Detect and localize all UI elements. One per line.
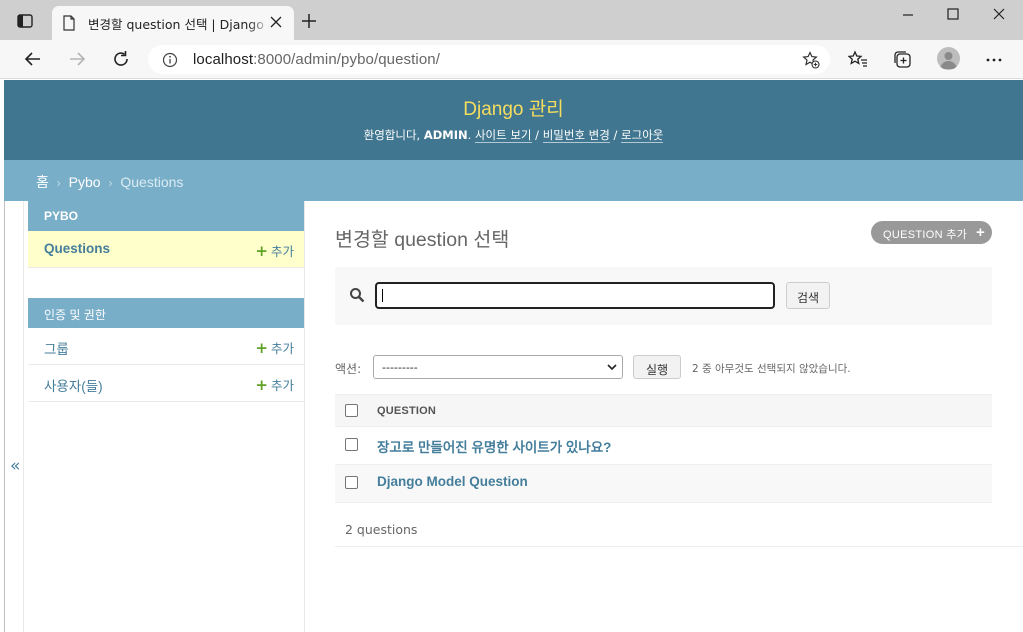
action-counter: 2 중 아무것도 선택되지 않았습니다. <box>692 363 851 375</box>
add-favorite-icon[interactable] <box>802 51 820 69</box>
logout-link[interactable]: 로그아웃 <box>621 128 664 143</box>
refresh-icon[interactable] <box>111 49 131 69</box>
module-pybo: PYBO Questions + 추가 <box>28 201 304 268</box>
browser-tab-bar: 변경할 question 선택 | Django 사이트 관리 <box>0 0 1023 40</box>
sidebar-item-questions[interactable]: Questions + 추가 <box>28 231 304 268</box>
add-button-label: QUESTION 추가 <box>883 229 968 241</box>
module-caption-pybo[interactable]: PYBO <box>28 201 304 231</box>
page-icon <box>63 15 75 31</box>
add-question-button[interactable]: QUESTION 추가 + <box>871 221 992 244</box>
question-link[interactable]: Django Model Question <box>377 474 528 489</box>
more-menu-icon[interactable] <box>984 50 1004 70</box>
profile-avatar[interactable] <box>937 47 960 70</box>
plus-icon: + <box>255 339 268 357</box>
browser-toolbar: localhost:8000/admin/pybo/question/ <box>0 40 1023 79</box>
view-site-link[interactable]: 사이트 보기 <box>474 128 532 143</box>
breadcrumb-current: Questions <box>120 174 184 190</box>
change-password-link[interactable]: 비밀번호 변경 <box>542 128 610 143</box>
search-icon <box>350 288 365 303</box>
add-label: 추가 <box>270 341 294 356</box>
plus-icon: + <box>255 376 268 394</box>
breadcrumb: 홈 › Pybo › Questions <box>4 160 1023 201</box>
select-all-checkbox[interactable] <box>345 404 358 417</box>
collections-icon[interactable] <box>893 50 913 70</box>
add-user-link[interactable]: + 추가 <box>255 375 294 394</box>
nav-sidebar: PYBO Questions + 추가 인증 및 권한 그룹 + 추가 사용자(들)… <box>28 201 305 632</box>
close-tab-icon[interactable] <box>270 16 282 28</box>
model-link-groups[interactable]: 그룹 <box>44 338 69 358</box>
actions-label: 액션: <box>335 362 362 376</box>
site-info-icon[interactable] <box>162 52 178 68</box>
forward-icon[interactable] <box>67 49 87 69</box>
favorites-icon[interactable] <box>848 50 868 70</box>
add-label: 추가 <box>270 244 294 259</box>
column-header-question[interactable]: QUESTION <box>377 405 436 417</box>
breadcrumb-home[interactable]: 홈 <box>36 174 49 190</box>
tab-actions-icon[interactable] <box>16 12 34 30</box>
separator: / <box>613 128 618 142</box>
sidebar-toggle[interactable]: « <box>4 201 24 632</box>
chevron-down-icon <box>607 364 617 371</box>
browser-tab[interactable]: 변경할 question 선택 | Django 사이트 관리 <box>52 6 294 40</box>
text-caret <box>382 289 383 302</box>
tab-title: 변경할 question 선택 | Django 사이트 관리 <box>88 16 270 32</box>
question-link[interactable]: 장고로 만들어진 유명한 사이트가 있나요? <box>377 436 611 456</box>
model-link-users[interactable]: 사용자(들) <box>44 375 103 395</box>
admin-header: Django 관리 환영합니다, ADMIN. 사이트 보기 / 비밀번호 변경… <box>4 80 1023 160</box>
maximize-icon[interactable] <box>943 8 963 22</box>
table-row: 장고로 만들어진 유명한 사이트가 있나요? <box>335 427 992 465</box>
back-icon[interactable] <box>23 49 43 69</box>
add-question-link[interactable]: + 추가 <box>255 241 294 260</box>
search-input[interactable] <box>375 282 775 309</box>
site-brand[interactable]: Django 관리 <box>4 94 1023 121</box>
search-toolbar: 검색 <box>335 267 992 325</box>
username: ADMIN <box>423 128 468 142</box>
result-list: QUESTION 장고로 만들어진 유명한 사이트가 있나요? Django M… <box>335 394 992 503</box>
breadcrumb-app[interactable]: Pybo <box>69 174 101 190</box>
breadcrumb-separator: › <box>56 176 61 190</box>
close-window-icon[interactable] <box>989 8 1009 22</box>
welcome-text: 환영합니다, <box>363 128 421 142</box>
run-action-button[interactable]: 실행 <box>633 355 681 379</box>
sidebar-item-groups[interactable]: 그룹 + 추가 <box>28 328 304 365</box>
paginator: 2 questions <box>335 506 1023 547</box>
person-icon <box>940 52 957 69</box>
main-content: 변경할 question 선택 QUESTION 추가 + 검색 액션: ---… <box>335 201 1023 632</box>
action-select-value: --------- <box>382 361 418 374</box>
collapse-sidebar-icon: « <box>10 456 21 476</box>
table-header: QUESTION <box>335 394 992 427</box>
search-button[interactable]: 검색 <box>786 282 830 309</box>
table-row: Django Model Question <box>335 465 992 503</box>
module-auth: 인증 및 권한 그룹 + 추가 사용자(들) + 추가 <box>28 298 304 402</box>
new-tab-icon[interactable] <box>302 14 316 28</box>
url-text: localhost:8000/admin/pybo/question/ <box>193 51 441 68</box>
row-checkbox[interactable] <box>345 438 358 451</box>
breadcrumb-separator: › <box>108 176 113 190</box>
plus-icon: + <box>255 242 268 260</box>
minimize-icon[interactable] <box>898 8 918 22</box>
model-link-questions[interactable]: Questions <box>44 241 110 256</box>
page-title: 변경할 question 선택 <box>335 229 510 251</box>
add-label: 추가 <box>270 378 294 393</box>
separator: / <box>535 128 540 142</box>
module-caption-auth[interactable]: 인증 및 권한 <box>28 298 304 328</box>
action-select[interactable]: --------- <box>373 355 623 379</box>
add-group-link[interactable]: + 추가 <box>255 338 294 357</box>
plus-icon: + <box>975 224 985 241</box>
row-checkbox[interactable] <box>345 476 358 489</box>
address-bar[interactable]: localhost:8000/admin/pybo/question/ <box>148 45 830 74</box>
actions-bar: 액션: --------- 실행 2 중 아무것도 선택되지 않았습니다. <box>335 354 992 382</box>
user-tools: 환영합니다, ADMIN. 사이트 보기 / 비밀번호 변경 / 로그아웃 <box>363 128 664 143</box>
sidebar-item-users[interactable]: 사용자(들) + 추가 <box>28 365 304 402</box>
